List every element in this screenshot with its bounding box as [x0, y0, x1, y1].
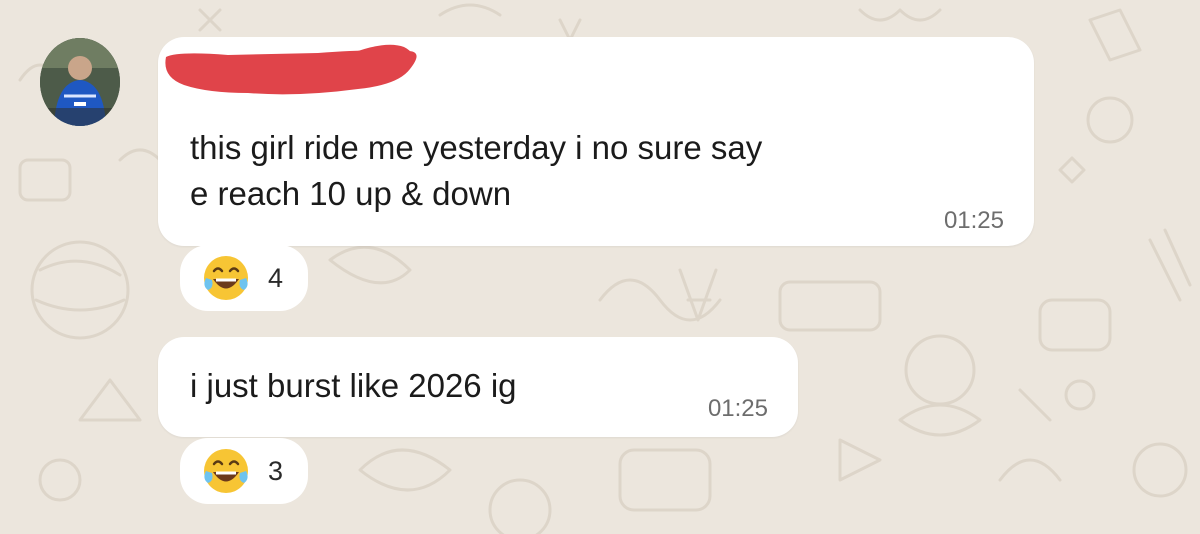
sender-avatar[interactable]: [40, 38, 120, 126]
message-timestamp: 01:25: [707, 395, 768, 422]
message-bubble[interactable]: i just burst like 2026 ig 01:25: [158, 337, 798, 437]
message-bubble[interactable]: this girl ride me yesterday i no sure sa…: [158, 37, 1034, 246]
reaction-pill[interactable]: 3: [180, 438, 308, 504]
laughing-with-tears-emoji-icon: [204, 449, 248, 493]
message-timestamp: 01:25: [943, 207, 1004, 234]
message-text: i just burst like 2026 ig: [190, 367, 517, 404]
redacted-sender-name: [165, 44, 417, 95]
reaction-pill[interactable]: 4: [180, 245, 308, 311]
reaction-count: 3: [268, 455, 284, 486]
avatar-photo: [40, 38, 120, 126]
laughing-with-tears-emoji-icon: [204, 256, 248, 300]
reaction-count: 4: [268, 262, 284, 293]
message-text: this girl ride me yesterday i no sure sa…: [190, 129, 763, 212]
